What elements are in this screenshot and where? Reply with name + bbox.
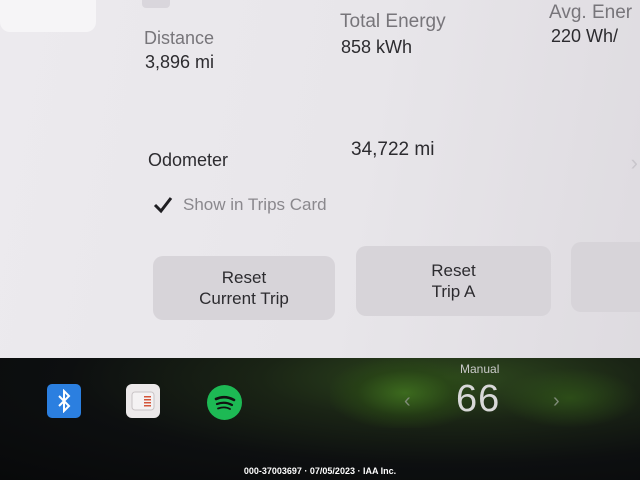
distance-value: 3,896 mi xyxy=(145,52,215,72)
reset-current-trip-button[interactable]: Reset Current Trip xyxy=(153,256,335,320)
photo-caption: 000-37003697 · 07/05/2023 · IAA Inc. xyxy=(243,466,397,476)
climate-temperature[interactable]: 66 xyxy=(456,378,500,421)
reset-current-line2: Current Trip xyxy=(199,289,289,308)
distance-label: Distance xyxy=(144,28,215,48)
bluetooth-icon[interactable] xyxy=(47,384,81,418)
temp-up-icon[interactable]: › xyxy=(553,390,560,413)
bottom-dock: ‹ Manual 66 › xyxy=(0,358,640,480)
reset-trip-a-button[interactable]: Reset Trip A xyxy=(356,246,551,316)
top-left-card[interactable] xyxy=(0,0,96,32)
show-in-trips-label: Show in Trips Card xyxy=(183,195,327,214)
reset-a-line2: Trip A xyxy=(431,282,476,301)
trips-settings-panel: Distance 3,896 mi Total Energy 858 kWh A… xyxy=(0,0,640,358)
odometer-label: Odometer xyxy=(148,150,229,170)
spotify-icon[interactable] xyxy=(207,385,242,420)
show-in-trips-checkbox[interactable]: Show in Trips Card xyxy=(150,193,327,217)
scroll-right-icon[interactable]: › xyxy=(631,150,638,176)
checkmark-icon[interactable] xyxy=(150,193,176,217)
reset-a-line1: Reset xyxy=(431,261,476,280)
background-foliage-right xyxy=(500,368,640,428)
temp-down-icon[interactable]: ‹ xyxy=(404,390,411,413)
reset-trip-b-button[interactable] xyxy=(571,242,640,312)
odometer-value: 34,722 mi xyxy=(351,139,435,160)
top-mid-tab xyxy=(142,0,170,8)
radio-icon[interactable] xyxy=(126,384,160,418)
total-energy-label: Total Energy xyxy=(340,11,446,32)
climate-mode-label: Manual xyxy=(460,362,500,376)
avg-energy-label: Avg. Ener xyxy=(549,2,633,23)
avg-energy-value: 220 Wh/ xyxy=(551,26,619,46)
reset-current-line1: Reset xyxy=(221,268,267,287)
total-energy-value: 858 kWh xyxy=(341,37,413,57)
